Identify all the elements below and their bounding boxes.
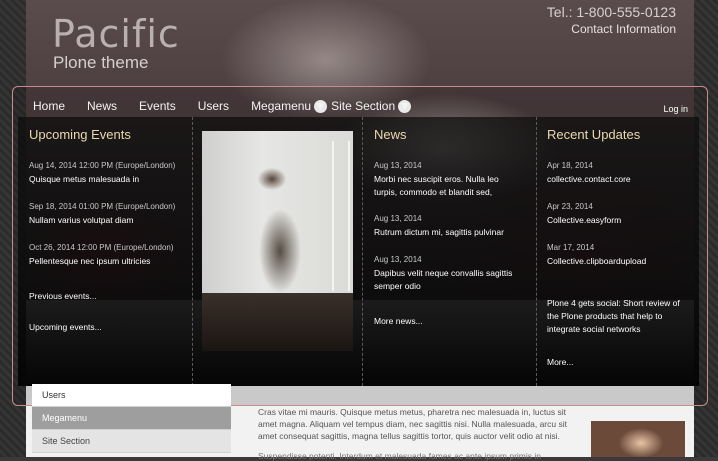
news-title[interactable]: Morbi nec suscipit eros. Nulla leo turpi…: [374, 173, 522, 199]
photo-floor: [202, 293, 353, 351]
body-paragraph-2: Suspendisse potenti. Interdum et malesua…: [258, 451, 542, 461]
previous-events-link[interactable]: Previous events...: [29, 291, 97, 301]
nav-users[interactable]: Users: [198, 99, 229, 113]
update-title[interactable]: Collective.easyform: [547, 214, 621, 227]
updates-column: Recent Updates Apr 18, 2014 collective.c…: [536, 117, 699, 386]
news-item[interactable]: Aug 13, 2014 Dapibus velit neque convall…: [374, 255, 522, 293]
sidebar-navigation: Users Megamenu Site Section: [32, 384, 231, 453]
event-item[interactable]: Oct 26, 2014 12:00 PM (Europe/London) Pe…: [29, 243, 174, 268]
sidebar-item-site-section[interactable]: Site Section: [32, 430, 231, 453]
more-news-link[interactable]: More news...: [374, 316, 423, 326]
update-item[interactable]: Plone 4 gets social: Short review of the…: [547, 297, 692, 336]
update-date: Apr 23, 2014: [547, 202, 593, 211]
event-title[interactable]: Quisque metus malesuada in: [29, 173, 175, 186]
news-title[interactable]: Rutrum dictum mi, sagittis pulvinar: [374, 226, 522, 239]
update-date: Mar 17, 2014: [547, 243, 595, 252]
logo-subtitle[interactable]: Plone theme: [53, 53, 148, 73]
nav-megamenu[interactable]: Megamenu: [251, 99, 311, 113]
update-date: Apr 18, 2014: [547, 161, 593, 170]
megamenu-panel: Upcoming Events Aug 14, 2014 12:00 PM (E…: [18, 117, 699, 386]
news-column: News Aug 13, 2014 Morbi nec suscipit ero…: [363, 117, 537, 386]
phone-number: Tel.: 1-800-555-0123: [546, 4, 676, 20]
news-date: Aug 13, 2014: [374, 214, 422, 223]
update-item[interactable]: Apr 18, 2014 collective.contact.core: [547, 161, 631, 186]
login-link[interactable]: Log in: [663, 104, 688, 114]
nav-home[interactable]: Home: [33, 99, 65, 113]
nav-events[interactable]: Events: [139, 99, 176, 113]
updates-heading: Recent Updates: [547, 127, 641, 142]
sidebar-item-megamenu[interactable]: Megamenu: [32, 407, 231, 430]
event-date: Sep 18, 2014 01:00 PM (Europe/London): [29, 202, 176, 211]
main-navigation: Home News Events Users Megamenu ▼ Site S…: [33, 97, 412, 115]
events-column: Upcoming Events Aug 14, 2014 12:00 PM (E…: [18, 117, 193, 386]
update-title[interactable]: Collective.clipboardupload: [547, 255, 646, 268]
news-heading: News: [374, 127, 407, 142]
chevron-down-icon[interactable]: ▼: [398, 99, 412, 113]
update-title[interactable]: Plone 4 gets social: Short review of the…: [547, 297, 692, 336]
nav-news[interactable]: News: [87, 99, 117, 113]
update-title[interactable]: collective.contact.core: [547, 173, 631, 186]
news-title[interactable]: Dapibus velit neque convallis sagittis s…: [374, 267, 522, 293]
more-updates-link[interactable]: More...: [547, 357, 573, 367]
news-item[interactable]: Aug 13, 2014 Rutrum dictum mi, sagittis …: [374, 214, 522, 239]
news-date: Aug 13, 2014: [374, 161, 422, 170]
nav-site-section[interactable]: Site Section: [331, 99, 395, 113]
event-item[interactable]: Sep 18, 2014 01:00 PM (Europe/London) Nu…: [29, 202, 175, 227]
event-title[interactable]: Pellentesque nec ipsum ultricies: [29, 255, 174, 268]
events-heading: Upcoming Events: [29, 127, 131, 142]
update-item[interactable]: Apr 23, 2014 Collective.easyform: [547, 202, 621, 227]
chevron-down-icon[interactable]: ▼: [314, 99, 328, 113]
content-thumbnail: [591, 421, 685, 457]
upcoming-events-link[interactable]: Upcoming events...: [29, 322, 102, 332]
body-paragraph: Cras vitae mi mauris. Quisque metus metu…: [258, 407, 567, 441]
event-date: Oct 26, 2014 12:00 PM (Europe/London): [29, 243, 174, 252]
news-date: Aug 13, 2014: [374, 255, 422, 264]
event-date: Aug 14, 2014 12:00 PM (Europe/London): [29, 161, 176, 170]
logo-title[interactable]: Pacific: [52, 12, 180, 56]
event-item[interactable]: Aug 14, 2014 12:00 PM (Europe/London) Qu…: [29, 161, 175, 186]
photo-ladder: [332, 141, 350, 291]
news-item[interactable]: Aug 13, 2014 Morbi nec suscipit eros. Nu…: [374, 161, 522, 199]
contact-link[interactable]: Contact Information: [571, 22, 676, 36]
update-item[interactable]: Mar 17, 2014 Collective.clipboardupload: [547, 243, 646, 268]
dancer-photo: [202, 131, 353, 351]
event-title[interactable]: Nullam varius volutpat diam: [29, 214, 175, 227]
sidebar-item-users[interactable]: Users: [32, 384, 231, 407]
